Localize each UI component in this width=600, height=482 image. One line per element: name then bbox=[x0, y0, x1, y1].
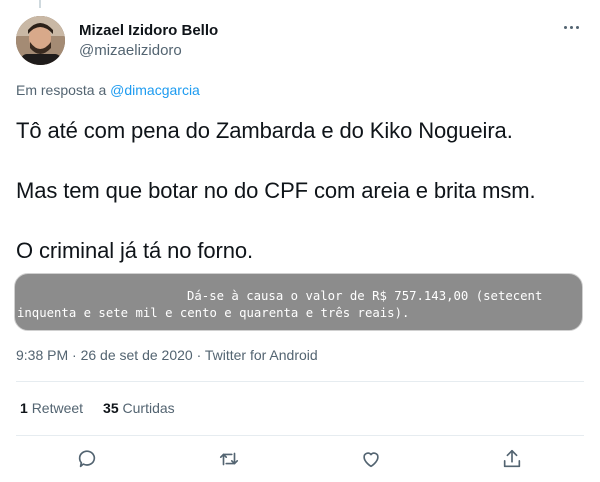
retweet-count: 1 bbox=[20, 400, 28, 416]
divider bbox=[16, 435, 584, 436]
share-icon[interactable] bbox=[499, 446, 525, 472]
thread-connector-line bbox=[39, 0, 41, 8]
tweet-text-line: Mas tem que botar no do CPF com areia e … bbox=[16, 178, 536, 203]
tweet-header: Mizael Izidoro Bello @mizaelizidoro bbox=[16, 14, 584, 66]
retweet-stat[interactable]: 1 Retweet bbox=[20, 400, 83, 416]
media-text-line: inquenta e sete mil e cento e quarenta e… bbox=[17, 306, 410, 320]
media-text-line: Dá-se à causa o valor de R$ 757.143,00 (… bbox=[187, 289, 543, 303]
like-count: 35 bbox=[103, 400, 119, 416]
author-handle[interactable]: @mizaelizidoro bbox=[79, 41, 218, 61]
author-display-name[interactable]: Mizael Izidoro Bello bbox=[79, 21, 218, 41]
tweet-actions bbox=[0, 444, 600, 474]
reply-prefix: Em resposta a bbox=[16, 82, 107, 98]
reply-icon[interactable] bbox=[74, 446, 100, 472]
tweet-timestamp-source[interactable]: 9:38 PM · 26 de set de 2020 · Twitter fo… bbox=[16, 347, 318, 363]
reply-context: Em resposta a @dimacgarcia bbox=[16, 82, 200, 98]
avatar[interactable] bbox=[16, 16, 65, 65]
like-stat[interactable]: 35 Curtidas bbox=[103, 400, 175, 416]
divider bbox=[16, 381, 584, 382]
tweet-text: Tô até com pena do Zambarda e do Kiko No… bbox=[16, 117, 584, 265]
like-icon[interactable] bbox=[358, 446, 384, 472]
tweet-text-line: O criminal já tá no forno. bbox=[16, 238, 254, 263]
more-icon[interactable] bbox=[560, 18, 582, 36]
like-label: Curtidas bbox=[122, 400, 175, 416]
retweet-label: Retweet bbox=[31, 400, 84, 416]
tweet-media-image[interactable]: Dá-se à causa o valor de R$ 757.143,00 (… bbox=[14, 273, 583, 331]
retweet-icon[interactable] bbox=[216, 446, 242, 472]
reply-mention-link[interactable]: @dimacgarcia bbox=[110, 82, 200, 98]
tweet-stats: 1 Retweet 35 Curtidas bbox=[20, 400, 175, 416]
tweet-text-line: Tô até com pena do Zambarda e do Kiko No… bbox=[16, 118, 513, 143]
